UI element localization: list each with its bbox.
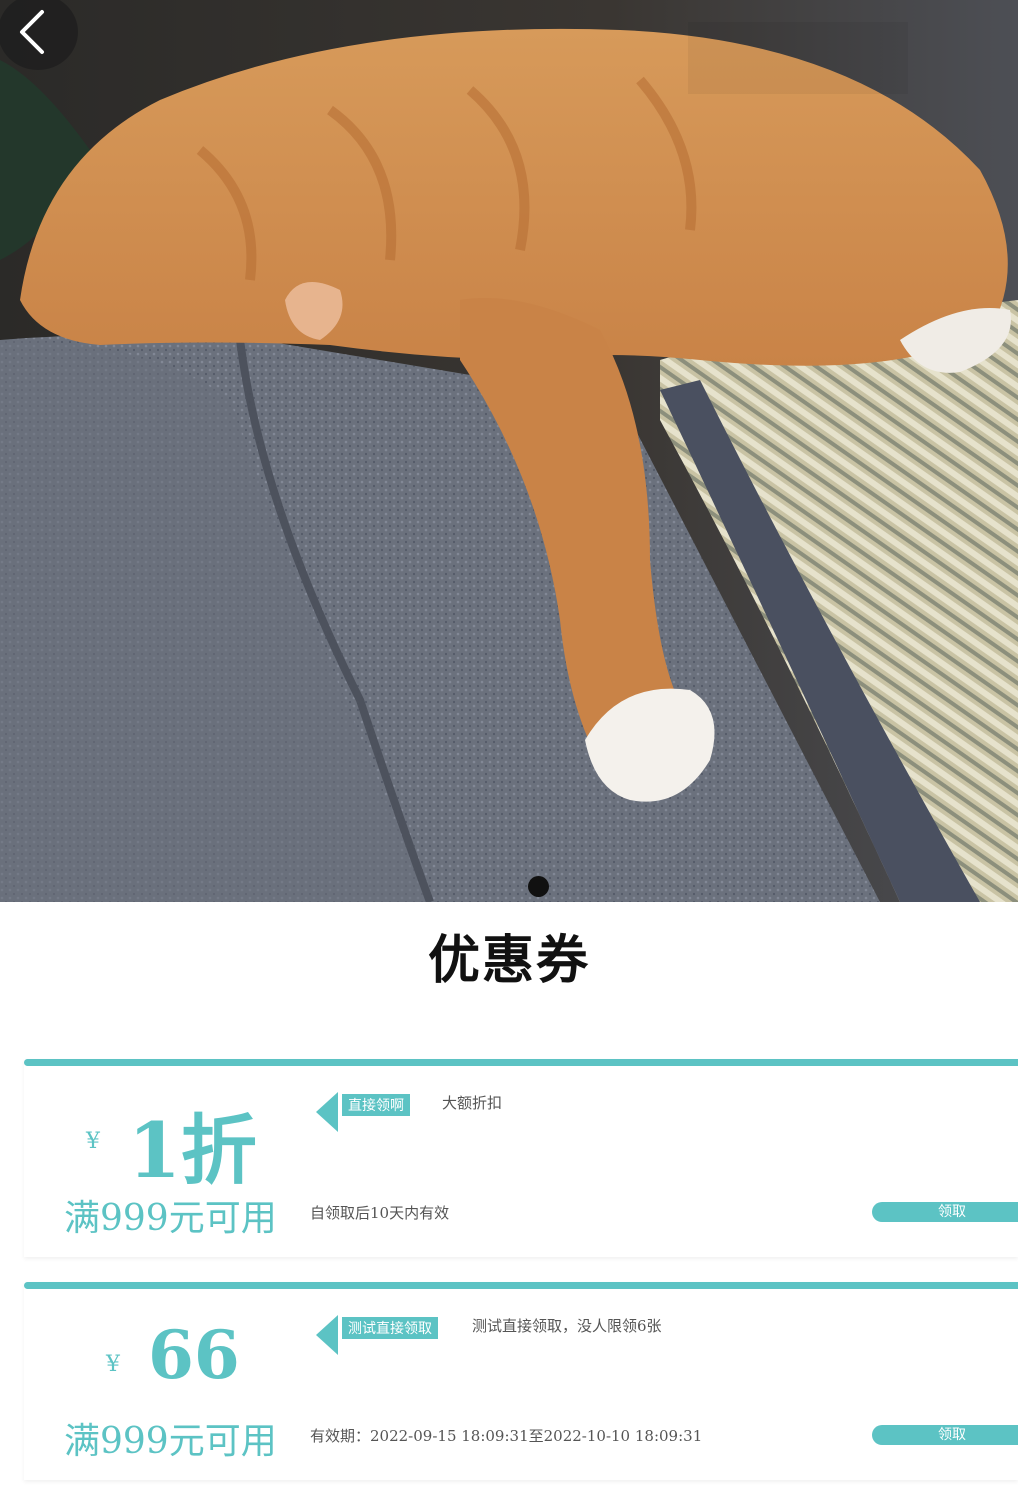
coupon-description: 大额折扣 xyxy=(442,1094,503,1112)
coupon-tag-label: 测试直接领取 xyxy=(342,1317,438,1339)
chevron-left-icon xyxy=(20,10,44,54)
coupon-top-bar xyxy=(24,1059,1018,1066)
coupon-condition: 满999元可用 xyxy=(64,1421,277,1462)
page-title: 优惠券 xyxy=(427,930,590,991)
coupon-validity: 有效期：2022-09-15 18:09:31至2022-10-10 18:09… xyxy=(310,1427,703,1445)
carousel-indicator-dot[interactable] xyxy=(528,876,549,897)
coupon-amount: 1折 xyxy=(128,1106,257,1195)
coupon-description: 测试直接领取，没人限领6张 xyxy=(472,1317,662,1335)
coupon-amount: 66 xyxy=(148,1316,240,1394)
coupon-tag-label: 直接领啊 xyxy=(342,1094,410,1116)
currency-symbol: ¥ xyxy=(106,1352,120,1377)
coupon-condition: 满999元可用 xyxy=(64,1198,277,1239)
claim-button[interactable]: 领取 xyxy=(872,1202,1018,1222)
tag-arrow-icon xyxy=(316,1315,338,1355)
cat-photo xyxy=(0,0,1018,902)
claim-button[interactable]: 领取 xyxy=(872,1425,1018,1445)
coupon-validity: 自领取后10天内有效 xyxy=(310,1204,450,1222)
hero-carousel[interactable] xyxy=(0,0,1018,902)
coupon-top-bar xyxy=(24,1282,1018,1289)
coupon-card: ¥ 1折 满999元可用 直接领啊 大额折扣 自领取后10天内有效 领取 xyxy=(24,1059,1018,1257)
tag-arrow-icon xyxy=(316,1092,338,1132)
coupon-card: ¥ 66 满999元可用 测试直接领取 测试直接领取，没人限领6张 有效期：20… xyxy=(24,1282,1018,1480)
currency-symbol: ¥ xyxy=(86,1129,100,1154)
